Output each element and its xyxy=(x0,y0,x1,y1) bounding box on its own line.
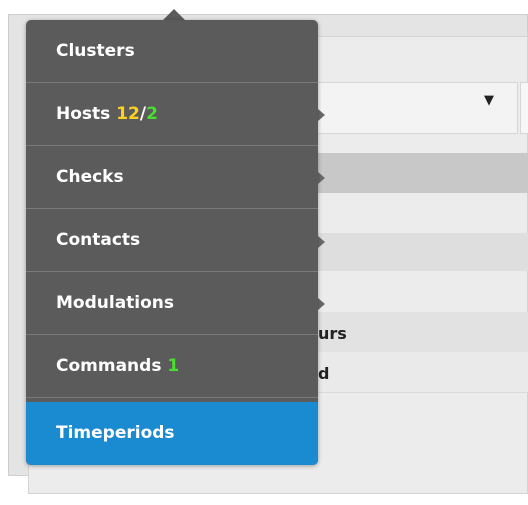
submenu-arrow-icon xyxy=(318,236,325,248)
menu-item-label: Timeperiods xyxy=(56,423,175,443)
row-text: urs xyxy=(318,324,347,343)
menu-item-label: Checks xyxy=(56,167,124,187)
menu-item-label: Hosts xyxy=(56,104,111,124)
menu-item-clusters[interactable]: Clusters xyxy=(26,20,318,83)
menu-item-hosts[interactable]: Hosts 12/2 xyxy=(26,83,318,146)
row-text: d xyxy=(318,364,330,383)
select-arrow-icon[interactable]: ▼ xyxy=(484,93,494,108)
menu-item-commands[interactable]: Commands 1 xyxy=(26,335,318,398)
navigation-dropdown-menu: Clusters Hosts 12/2 Checks Contacts Modu… xyxy=(26,20,318,465)
menu-item-contacts[interactable]: Contacts xyxy=(26,209,318,272)
menu-caret-icon xyxy=(163,9,185,20)
table-row xyxy=(300,233,528,271)
side-input[interactable] xyxy=(520,82,528,134)
submenu-arrow-icon xyxy=(318,109,325,121)
hosts-warning-count: 12 xyxy=(116,104,140,124)
menu-item-label: Commands xyxy=(56,356,162,376)
commands-ok-count: 1 xyxy=(167,356,180,376)
menu-item-label: Modulations xyxy=(56,293,175,313)
table-row xyxy=(300,153,528,193)
submenu-arrow-icon xyxy=(318,172,325,184)
table-row xyxy=(300,352,528,393)
menu-item-modulations[interactable]: Modulations xyxy=(26,272,318,335)
submenu-arrow-icon xyxy=(318,298,325,310)
menu-item-label: Clusters xyxy=(56,41,135,61)
menu-item-timeperiods[interactable]: Timeperiods xyxy=(26,402,318,465)
menu-item-checks[interactable]: Checks xyxy=(26,146,318,209)
menu-item-label: Contacts xyxy=(56,230,141,250)
hosts-ok-count: 2 xyxy=(146,104,158,124)
